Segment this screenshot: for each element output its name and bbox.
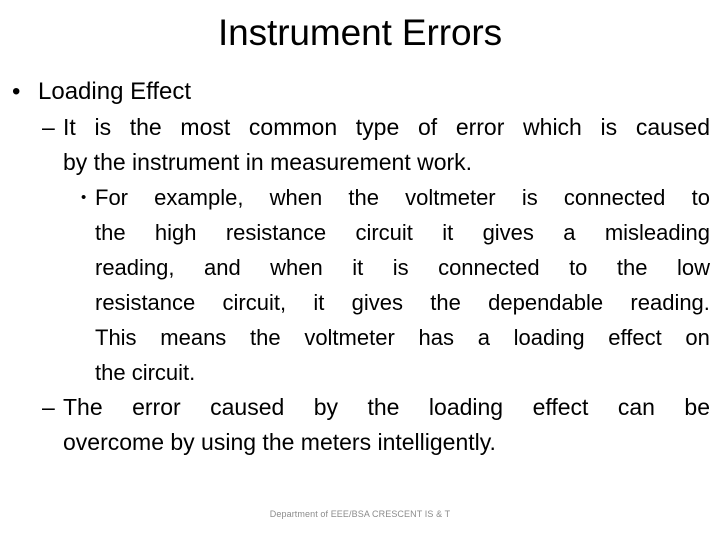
text-word: a bbox=[477, 325, 490, 350]
text-word: is bbox=[600, 114, 618, 140]
text-word: when bbox=[270, 255, 323, 280]
text-word: caused bbox=[210, 394, 285, 420]
text-word: circuit bbox=[355, 220, 413, 245]
text-word: can bbox=[617, 394, 655, 420]
text-word: has bbox=[418, 325, 454, 350]
text-word: to bbox=[691, 185, 710, 210]
text-word: by bbox=[313, 394, 339, 420]
text-line: by the instrument in measurement work. bbox=[63, 149, 473, 175]
text-line: It is the most common type of error which is cause… bbox=[63, 110, 710, 145]
text-word: when bbox=[269, 185, 323, 210]
text-word: is bbox=[521, 185, 538, 210]
text-line: resistance circuit, it gives the dependable re… bbox=[95, 285, 710, 320]
text-word: be bbox=[684, 394, 710, 420]
text-word: effect bbox=[532, 394, 589, 420]
text-word: common bbox=[248, 114, 338, 140]
slide-canvas: Instrument Errors • Loading Effect – It i… bbox=[0, 0, 720, 540]
text-word: most bbox=[180, 114, 231, 140]
text-word: loading bbox=[428, 394, 504, 420]
text-word: the bbox=[250, 325, 281, 350]
text-word: a bbox=[563, 220, 576, 245]
text-word: means bbox=[160, 325, 227, 350]
text-word: the bbox=[616, 255, 648, 280]
text-word: it bbox=[313, 290, 325, 315]
outline-item-level2-first-text: It is the most common type of error which is cause… bbox=[63, 110, 710, 180]
text-word: and bbox=[203, 255, 241, 280]
text-line: the circuit. bbox=[95, 360, 196, 385]
text-line: overcome by using the meters intelligent… bbox=[63, 429, 496, 455]
text-line: the high resistance circuit it gives a misleadi… bbox=[95, 215, 710, 250]
text-word: type bbox=[355, 114, 400, 140]
text-word: is bbox=[94, 114, 112, 140]
outline-item-level1: • Loading Effect bbox=[0, 74, 720, 109]
text-word: example, bbox=[154, 185, 244, 210]
text-line: The error caused by the loading effect can be bbox=[63, 390, 710, 425]
outline-item-level2-first: – It is the most common type of error which is cau… bbox=[0, 110, 720, 180]
text-word: caused bbox=[635, 114, 710, 140]
text-word: dependable bbox=[488, 290, 604, 315]
text-word: low bbox=[676, 255, 710, 280]
outline-item-level3-text: For example, when the voltmeter is connected to… bbox=[95, 180, 710, 390]
bullet-dot-icon: • bbox=[12, 78, 21, 105]
text-word: gives bbox=[351, 290, 403, 315]
text-word: it bbox=[442, 220, 454, 245]
outline-item-level3: • For example, when the voltmeter is connected… bbox=[0, 180, 720, 390]
text-line: reading, and when it is connected to the low bbox=[95, 250, 710, 285]
text-word: This bbox=[95, 325, 137, 350]
bullet-dash-icon: – bbox=[42, 394, 55, 420]
page-title: Instrument Errors bbox=[217, 12, 503, 53]
text-word: to bbox=[569, 255, 588, 280]
text-line: This means the voltmeter has a loading effect on bbox=[95, 320, 710, 355]
slide-footer: Department of EEE/BSA CRESCENT IS & T bbox=[269, 509, 451, 519]
text-word: circuit, bbox=[222, 290, 287, 315]
text-word: which bbox=[523, 114, 582, 140]
text-word: loading bbox=[513, 325, 585, 350]
outline-item-level2-second: – The error caused by the loading effect can be … bbox=[0, 390, 720, 460]
slide-body: • Loading Effect – It is the most common type… bbox=[0, 74, 720, 460]
text-word: the bbox=[430, 290, 461, 315]
text-word: the bbox=[95, 220, 126, 245]
text-word: it bbox=[352, 255, 364, 280]
text-word: on bbox=[685, 325, 710, 350]
text-word: It bbox=[63, 114, 76, 140]
text-word: voltmeter bbox=[304, 325, 395, 350]
text-word: gives bbox=[482, 220, 534, 245]
text-word: the bbox=[129, 114, 162, 140]
text-word: the bbox=[348, 185, 379, 210]
text-word: For bbox=[95, 185, 128, 210]
text-line: For example, when the voltmeter is connected to bbox=[95, 180, 710, 215]
text-word: error bbox=[455, 114, 505, 140]
text-word: effect bbox=[608, 325, 662, 350]
text-word: of bbox=[417, 114, 438, 140]
text-word: The bbox=[63, 394, 103, 420]
text-word: resistance bbox=[225, 220, 327, 245]
text-word: connected bbox=[438, 255, 540, 280]
text-word: is bbox=[392, 255, 409, 280]
bullet-dot-small-icon: • bbox=[81, 189, 87, 206]
text-word: error bbox=[132, 394, 181, 420]
text-word: high bbox=[154, 220, 197, 245]
text-word: reading. bbox=[630, 290, 710, 315]
outline-item-level1-text: Loading Effect bbox=[38, 78, 192, 105]
text-word: reading, bbox=[95, 255, 175, 280]
text-word: misleading bbox=[604, 220, 710, 245]
text-word: the bbox=[367, 394, 400, 420]
text-word: connected bbox=[563, 185, 666, 210]
outline-item-level2-second-text: The error caused by the loading effect can be ov… bbox=[63, 390, 710, 460]
text-word: voltmeter bbox=[405, 185, 496, 210]
text-word: resistance bbox=[95, 290, 196, 315]
bullet-dash-icon: – bbox=[42, 114, 55, 140]
